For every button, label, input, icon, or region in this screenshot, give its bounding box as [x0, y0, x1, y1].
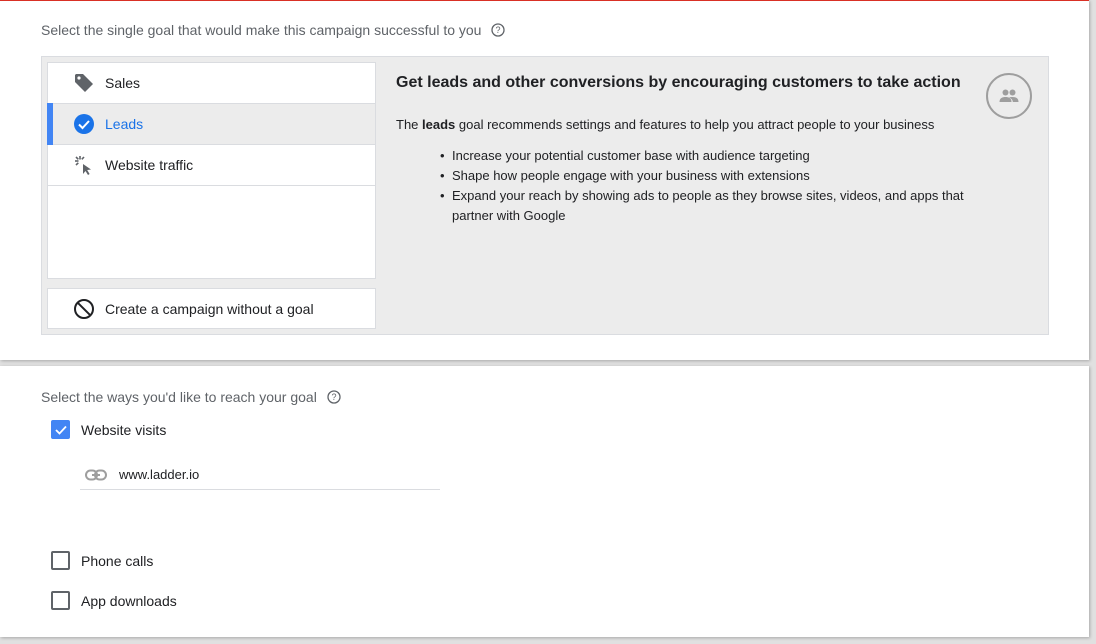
website-url-input[interactable]: [119, 467, 419, 482]
tag-icon: [73, 72, 95, 94]
link-icon: [85, 469, 107, 481]
audience-icon: [986, 73, 1032, 119]
reach-section-label: Select the ways you'd like to reach your…: [41, 389, 341, 405]
goal-panel: Sales Leads Website traffic Create a cam…: [41, 56, 1049, 335]
app-downloads-checkbox[interactable]: [51, 591, 70, 610]
bullet-item: Expand your reach by showing ads to peop…: [440, 186, 972, 226]
bullet-item: Shape how people engage with your busine…: [440, 166, 972, 186]
goal-item-sales[interactable]: Sales: [48, 63, 375, 104]
svg-text:?: ?: [331, 392, 336, 402]
bullet-item: Increase your potential customer base wi…: [440, 146, 972, 166]
phone-calls-checkbox[interactable]: [51, 551, 70, 570]
website-visits-option[interactable]: Website visits: [51, 420, 166, 439]
checkbox-label: Website visits: [81, 421, 167, 438]
reach-section-label-text: Select the ways you'd like to reach your…: [41, 389, 317, 405]
help-icon[interactable]: ?: [491, 23, 506, 37]
goal-detail-title: Get leads and other conversions by encou…: [396, 74, 961, 91]
check-circle-icon: [73, 113, 95, 135]
goal-item-website-traffic[interactable]: Website traffic: [48, 145, 375, 186]
goal-section-label: Select the single goal that would make t…: [41, 22, 506, 38]
website-url-field[interactable]: [80, 460, 440, 490]
svg-text:?: ?: [496, 25, 501, 35]
no-goal-option[interactable]: Create a campaign without a goal: [47, 288, 376, 329]
help-icon[interactable]: ?: [327, 390, 341, 404]
goal-item-label: Leads: [105, 116, 144, 132]
goal-item-leads[interactable]: Leads: [47, 103, 375, 145]
goal-item-label: Sales: [105, 75, 141, 91]
desc-prefix: The: [396, 117, 423, 132]
goal-detail-bullets: Increase your potential customer base wi…: [440, 146, 996, 226]
checkbox-label: App downloads: [81, 592, 177, 609]
desc-suffix: goal recommends settings and features to…: [455, 117, 935, 132]
goal-card: Select the single goal that would make t…: [0, 0, 1089, 360]
goal-list: Sales Leads Website traffic: [47, 62, 376, 279]
website-visits-checkbox[interactable]: [51, 420, 70, 439]
goal-detail-description: The leads goal recommends settings and f…: [396, 117, 996, 132]
cursor-click-icon: [73, 154, 95, 176]
checkbox-label: Phone calls: [81, 552, 154, 569]
block-icon: [73, 298, 95, 320]
desc-bold: leads: [422, 117, 456, 132]
goal-detail: Get leads and other conversions by encou…: [396, 74, 996, 226]
phone-calls-option[interactable]: Phone calls: [51, 551, 153, 570]
app-downloads-option[interactable]: App downloads: [51, 591, 177, 610]
no-goal-label: Create a campaign without a goal: [105, 300, 314, 317]
goal-item-label: Website traffic: [105, 157, 194, 173]
goal-section-label-text: Select the single goal that would make t…: [41, 22, 482, 38]
